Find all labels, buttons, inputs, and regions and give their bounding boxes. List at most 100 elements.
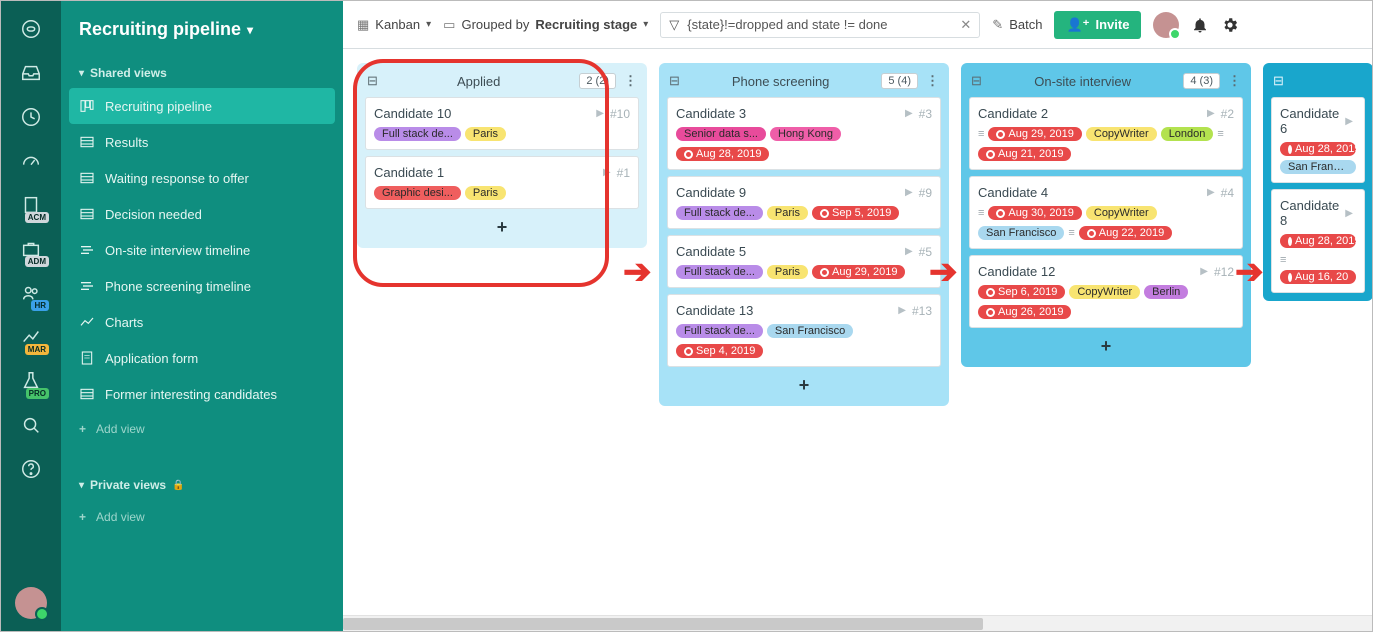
- tag[interactable]: Senior data s...: [676, 127, 766, 141]
- tag[interactable]: CopyWriter: [1086, 127, 1157, 141]
- add-view-private[interactable]: + Add view: [61, 500, 343, 534]
- sidebar-item-decision-needed[interactable]: Decision needed: [61, 196, 343, 232]
- user-avatar[interactable]: [1153, 12, 1179, 38]
- collapse-icon[interactable]: ⊟: [669, 73, 680, 89]
- kanban-card[interactable]: Candidate 4▶#4≡Aug 30, 2019CopyWriterSan…: [969, 176, 1243, 249]
- tag[interactable]: Full stack de...: [374, 127, 461, 141]
- kanban-card[interactable]: Candidate 10▶#10Full stack de...Paris: [365, 97, 639, 150]
- sidebar-item-waiting-response-to-offer[interactable]: Waiting response to offer: [61, 160, 343, 196]
- people-icon[interactable]: HR: [9, 273, 53, 313]
- batch-button[interactable]: ✎ Batch: [992, 17, 1042, 33]
- sidebar-item-charts[interactable]: Charts: [61, 304, 343, 340]
- shared-views-section[interactable]: ▾ Shared views: [61, 58, 343, 88]
- play-icon[interactable]: ▶: [905, 108, 913, 119]
- kanban-card[interactable]: Candidate 3▶#3Senior data s...Hong KongA…: [667, 97, 941, 170]
- kanban-card[interactable]: Candidate 6▶Aug 28, 2019San Francisco: [1271, 97, 1365, 183]
- help-icon[interactable]: [9, 449, 53, 489]
- column-menu-icon[interactable]: ⋮: [926, 73, 939, 89]
- tag[interactable]: Paris: [465, 186, 506, 200]
- kanban-card[interactable]: Candidate 12▶#12Sep 6, 2019CopyWriterBer…: [969, 255, 1243, 328]
- collapse-icon[interactable]: ⊟: [367, 73, 378, 89]
- building-icon[interactable]: ACM: [9, 185, 53, 225]
- play-icon[interactable]: ▶: [1345, 116, 1353, 127]
- date-tag[interactable]: Aug 28, 2019: [1280, 142, 1356, 156]
- date-tag[interactable]: Aug 22, 2019: [1079, 226, 1172, 240]
- collapse-icon[interactable]: ⊟: [971, 73, 982, 89]
- add-card-button[interactable]: +: [357, 209, 647, 240]
- add-view-shared[interactable]: + Add view: [61, 412, 343, 446]
- add-card-button[interactable]: +: [659, 367, 949, 398]
- tag[interactable]: London: [1161, 127, 1214, 141]
- search-icon[interactable]: [9, 405, 53, 445]
- group-by[interactable]: ▭ Grouped by Recruiting stage ▾: [443, 17, 648, 33]
- tag[interactable]: Paris: [465, 127, 506, 141]
- date-tag[interactable]: Aug 28, 2019: [1280, 234, 1356, 248]
- date-tag[interactable]: Aug 30, 2019: [988, 206, 1081, 220]
- view-switcher[interactable]: ▦ Kanban ▾: [357, 17, 431, 33]
- tag[interactable]: San Francisco: [767, 324, 853, 338]
- kanban-card[interactable]: Candidate 13▶#13Full stack de...San Fran…: [667, 294, 941, 367]
- sidebar-item-phone-screening-timeline[interactable]: Phone screening timeline: [61, 268, 343, 304]
- tag[interactable]: Full stack de...: [676, 265, 763, 279]
- briefcase-icon[interactable]: ADM: [9, 229, 53, 269]
- play-icon[interactable]: ▶: [905, 187, 913, 198]
- bell-icon[interactable]: [1191, 16, 1209, 34]
- kanban-card[interactable]: Candidate 8▶Aug 28, 2019≡Aug 16, 20: [1271, 189, 1365, 293]
- date-tag[interactable]: Aug 29, 2019: [988, 127, 1081, 141]
- column-menu-icon[interactable]: ⋮: [624, 73, 637, 89]
- tag[interactable]: Paris: [767, 206, 808, 220]
- flask-icon[interactable]: PRO: [9, 361, 53, 401]
- play-icon[interactable]: ▶: [596, 108, 604, 119]
- date-tag[interactable]: Sep 5, 2019: [812, 206, 899, 220]
- date-tag[interactable]: Aug 21, 2019: [978, 147, 1071, 161]
- collapse-icon[interactable]: ⊟: [1273, 73, 1284, 89]
- tag[interactable]: San Francisco: [1280, 160, 1356, 174]
- workspace-title[interactable]: Recruiting pipeline ▾: [61, 5, 343, 58]
- tag[interactable]: Hong Kong: [770, 127, 841, 141]
- private-views-section[interactable]: ▾ Private views 🔒: [61, 470, 343, 500]
- play-icon[interactable]: ▶: [898, 305, 906, 316]
- sidebar-item-former-interesting-candidates[interactable]: Former interesting candidates: [61, 376, 343, 412]
- sidebar-item-on-site-interview-timeline[interactable]: On-site interview timeline: [61, 232, 343, 268]
- tag[interactable]: Full stack de...: [676, 324, 763, 338]
- play-icon[interactable]: ▶: [1207, 187, 1215, 198]
- brain-logo-icon[interactable]: [9, 9, 53, 49]
- kanban-card[interactable]: Candidate 5▶#5Full stack de...ParisAug 2…: [667, 235, 941, 288]
- date-tag[interactable]: Aug 16, 20: [1280, 270, 1356, 284]
- column-menu-icon[interactable]: ⋮: [1228, 73, 1241, 89]
- horizontal-scrollbar[interactable]: [343, 615, 1372, 631]
- invite-button[interactable]: 👤⁺ Invite: [1054, 11, 1141, 39]
- sidebar-item-application-form[interactable]: Application form: [61, 340, 343, 376]
- tag[interactable]: Berlin: [1144, 285, 1188, 299]
- clock-icon[interactable]: [9, 97, 53, 137]
- kanban-card[interactable]: Candidate 1▶#1Graphic desi...Paris: [365, 156, 639, 209]
- date-tag[interactable]: Sep 6, 2019: [978, 285, 1065, 299]
- date-tag[interactable]: Aug 28, 2019: [676, 147, 769, 161]
- scrollbar-thumb[interactable]: [343, 618, 983, 630]
- tag[interactable]: Graphic desi...: [374, 186, 461, 200]
- play-icon[interactable]: ▶: [1200, 266, 1208, 277]
- sidebar-item-results[interactable]: Results: [61, 124, 343, 160]
- play-icon[interactable]: ▶: [603, 167, 611, 178]
- date-tag[interactable]: Aug 29, 2019: [812, 265, 905, 279]
- date-tag[interactable]: Sep 4, 2019: [676, 344, 763, 358]
- sidebar-item-recruiting-pipeline[interactable]: Recruiting pipeline: [69, 88, 335, 124]
- gauge-icon[interactable]: [9, 141, 53, 181]
- kanban-card[interactable]: Candidate 9▶#9Full stack de...ParisSep 5…: [667, 176, 941, 229]
- add-card-button[interactable]: +: [961, 328, 1251, 359]
- tag[interactable]: CopyWriter: [1069, 285, 1140, 299]
- inbox-icon[interactable]: [9, 53, 53, 93]
- clear-filter-icon[interactable]: ✕: [960, 17, 971, 33]
- tag[interactable]: San Francisco: [978, 226, 1064, 240]
- gear-icon[interactable]: [1221, 16, 1239, 34]
- tag[interactable]: Full stack de...: [676, 206, 763, 220]
- user-avatar[interactable]: [15, 587, 47, 619]
- tag[interactable]: Paris: [767, 265, 808, 279]
- play-icon[interactable]: ▶: [905, 246, 913, 257]
- trend-icon[interactable]: MAR: [9, 317, 53, 357]
- tag[interactable]: CopyWriter: [1086, 206, 1157, 220]
- board-scroll[interactable]: ⊟Applied2 (2)⋮Candidate 10▶#10Full stack…: [343, 49, 1372, 631]
- filter-box[interactable]: ▽ {state}!=dropped and state != done ✕: [660, 12, 980, 38]
- play-icon[interactable]: ▶: [1207, 108, 1215, 119]
- kanban-card[interactable]: Candidate 2▶#2≡Aug 29, 2019CopyWriterLon…: [969, 97, 1243, 170]
